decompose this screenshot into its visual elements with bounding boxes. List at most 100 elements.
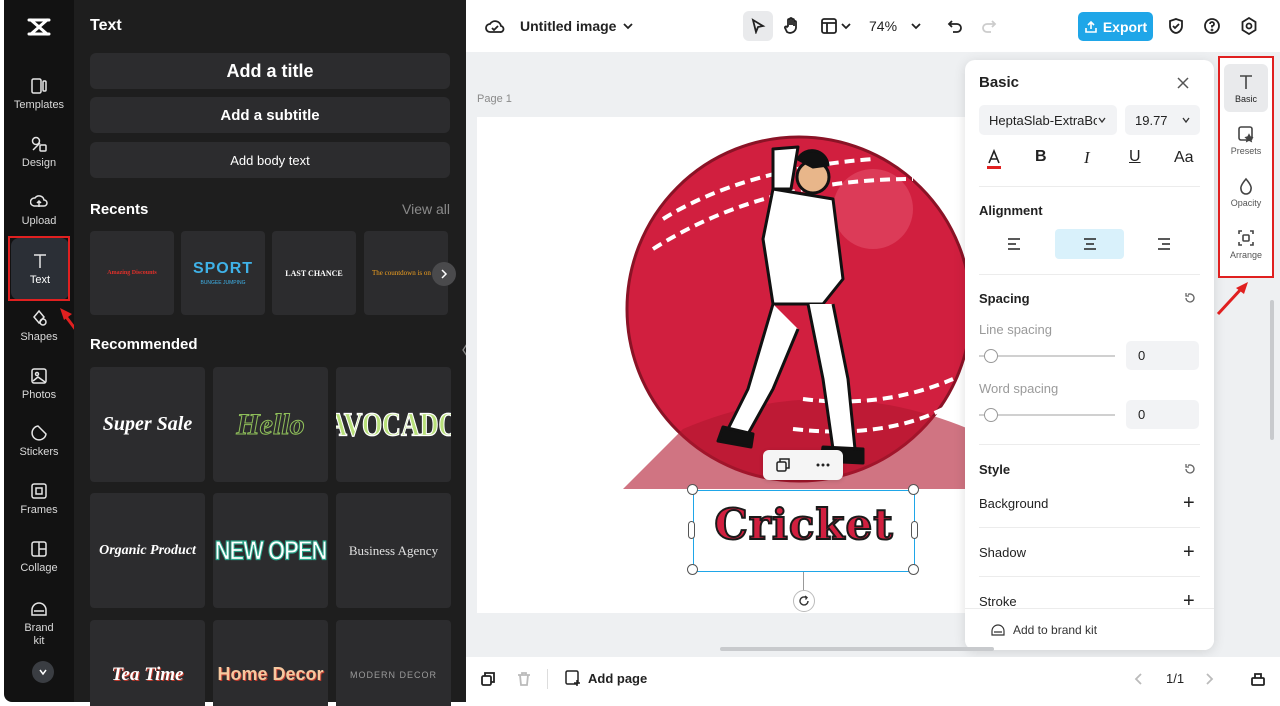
slider-knob[interactable] [984,349,998,363]
rail-collage[interactable]: Collage [4,531,74,583]
recommended-template[interactable]: Business Agency [336,493,451,608]
rail-stickers[interactable]: Stickers [4,415,74,467]
add-body-text-button[interactable]: Add body text [90,142,450,178]
align-center-button[interactable] [1055,229,1124,259]
font-size-dropdown[interactable]: 19.77 [1125,105,1200,135]
export-button[interactable]: Export [1078,12,1153,41]
duplicate-icon[interactable] [775,457,791,473]
line-spacing-input[interactable]: 0 [1126,341,1199,370]
rail-photos[interactable]: Photos [4,358,74,410]
view-all-link[interactable]: View all [402,201,450,217]
font-size-value: 19.77 [1135,112,1168,128]
cricket-text-element[interactable]: Cricket [693,499,915,550]
recommended-template[interactable]: AVOCADO [336,367,451,482]
undo-button[interactable] [944,15,966,37]
template-text: MODERN DECOR [349,670,437,680]
align-right-button[interactable] [1135,229,1193,259]
resize-handle[interactable] [908,564,919,575]
redo-button[interactable] [978,15,1000,37]
reset-style-button[interactable] [1182,461,1198,477]
layers-button[interactable] [1248,669,1268,689]
recent-text: LAST CHANCE [285,268,343,278]
side-handle[interactable] [911,521,918,539]
layout-menu-button[interactable] [816,13,856,39]
rail-more-button[interactable] [32,661,54,683]
slider-knob[interactable] [984,408,998,422]
document-title[interactable]: Untitled image [520,18,616,34]
divider [979,527,1200,528]
rail-templates[interactable]: Templates [4,68,74,120]
recommended-template[interactable]: NEW OPEN [213,493,328,608]
recents-next-button[interactable] [432,262,456,286]
rail-design[interactable]: Design [4,126,74,178]
recommended-template[interactable]: Super Sale [90,367,205,482]
more-icon[interactable] [815,457,831,473]
chevron-down-icon [1182,117,1190,124]
side-handle[interactable] [688,521,695,539]
text-case-button[interactable]: Aa [1174,149,1194,167]
recent-template[interactable]: LAST CHANCE [272,231,356,315]
layers-icon [1251,673,1265,686]
select-tool-button[interactable] [743,11,773,41]
word-spacing-slider[interactable] [979,408,1115,422]
tab-basic[interactable]: Basic [1224,64,1268,112]
rail-frames[interactable]: Frames [4,473,74,525]
hand-tool-button[interactable] [776,11,806,41]
recent-template[interactable]: Amazing Discounts [90,231,174,315]
recommended-template[interactable]: Hello [213,367,328,482]
bold-button[interactable]: B [1035,148,1047,166]
presets-icon [1238,125,1254,142]
text-color-icon [987,148,1001,169]
add-background-button[interactable]: + [1183,493,1195,513]
recent-template[interactable]: SPORT BUNGEE JUMPING [181,231,265,315]
close-button[interactable] [1173,73,1193,93]
zoom-menu-button[interactable] [906,16,926,36]
resize-handle[interactable] [687,484,698,495]
add-subtitle-button[interactable]: Add a subtitle [90,97,450,133]
prev-page-button[interactable] [1130,670,1148,688]
help-button[interactable] [1201,15,1223,37]
style-label: Style [979,462,1011,477]
recommended-title: Recommended [90,336,198,353]
recommended-template[interactable]: Home Decor [213,620,328,706]
italic-button[interactable]: I [1084,148,1090,168]
underline-button[interactable]: U [1129,148,1141,166]
align-left-button[interactable] [985,229,1043,259]
cricket-illustration[interactable] [623,129,969,489]
add-page-button[interactable]: Add page [564,669,647,687]
text-color-button[interactable] [983,147,1005,171]
line-spacing-slider[interactable] [979,349,1115,363]
shield-button[interactable] [1165,15,1187,37]
cloud-save-button[interactable] [484,15,506,37]
duplicate-page-button[interactable] [478,669,498,689]
tab-arrange[interactable]: Arrange [1224,220,1268,268]
rotate-handle[interactable] [793,590,815,612]
vertical-scrollbar[interactable] [1270,300,1274,440]
tab-opacity[interactable]: Opacity [1224,168,1268,216]
word-spacing-input[interactable]: 0 [1126,400,1199,429]
add-title-button[interactable]: Add a title [90,53,450,89]
rail-brand-kit[interactable]: Brand kit [4,596,74,652]
photos-icon [31,368,47,384]
recommended-template[interactable]: Tea Time [90,620,205,706]
capcut-logo[interactable] [26,14,52,40]
opacity-icon [1240,177,1252,195]
add-to-brand-kit-button[interactable]: Add to brand kit [965,608,1214,650]
add-shadow-button[interactable]: + [1183,542,1195,562]
tab-presets[interactable]: Presets [1224,116,1268,164]
recommended-template[interactable]: Organic Product [90,493,205,608]
recommended-template[interactable]: MODERN DECOR [336,620,451,706]
reset-spacing-button[interactable] [1182,290,1198,306]
horizontal-scrollbar[interactable] [720,647,994,651]
resize-handle[interactable] [908,484,919,495]
settings-button[interactable] [1238,15,1260,37]
zoom-level[interactable]: 74% [869,18,897,34]
next-page-button[interactable] [1200,670,1218,688]
stickers-icon [31,425,47,441]
font-family-dropdown[interactable]: HeptaSlab-ExtraBold [979,105,1117,135]
delete-page-button[interactable] [514,669,534,689]
resize-handle[interactable] [687,564,698,575]
divider [979,274,1200,275]
rail-upload[interactable]: Upload [4,184,74,236]
title-menu-button[interactable] [618,16,638,36]
